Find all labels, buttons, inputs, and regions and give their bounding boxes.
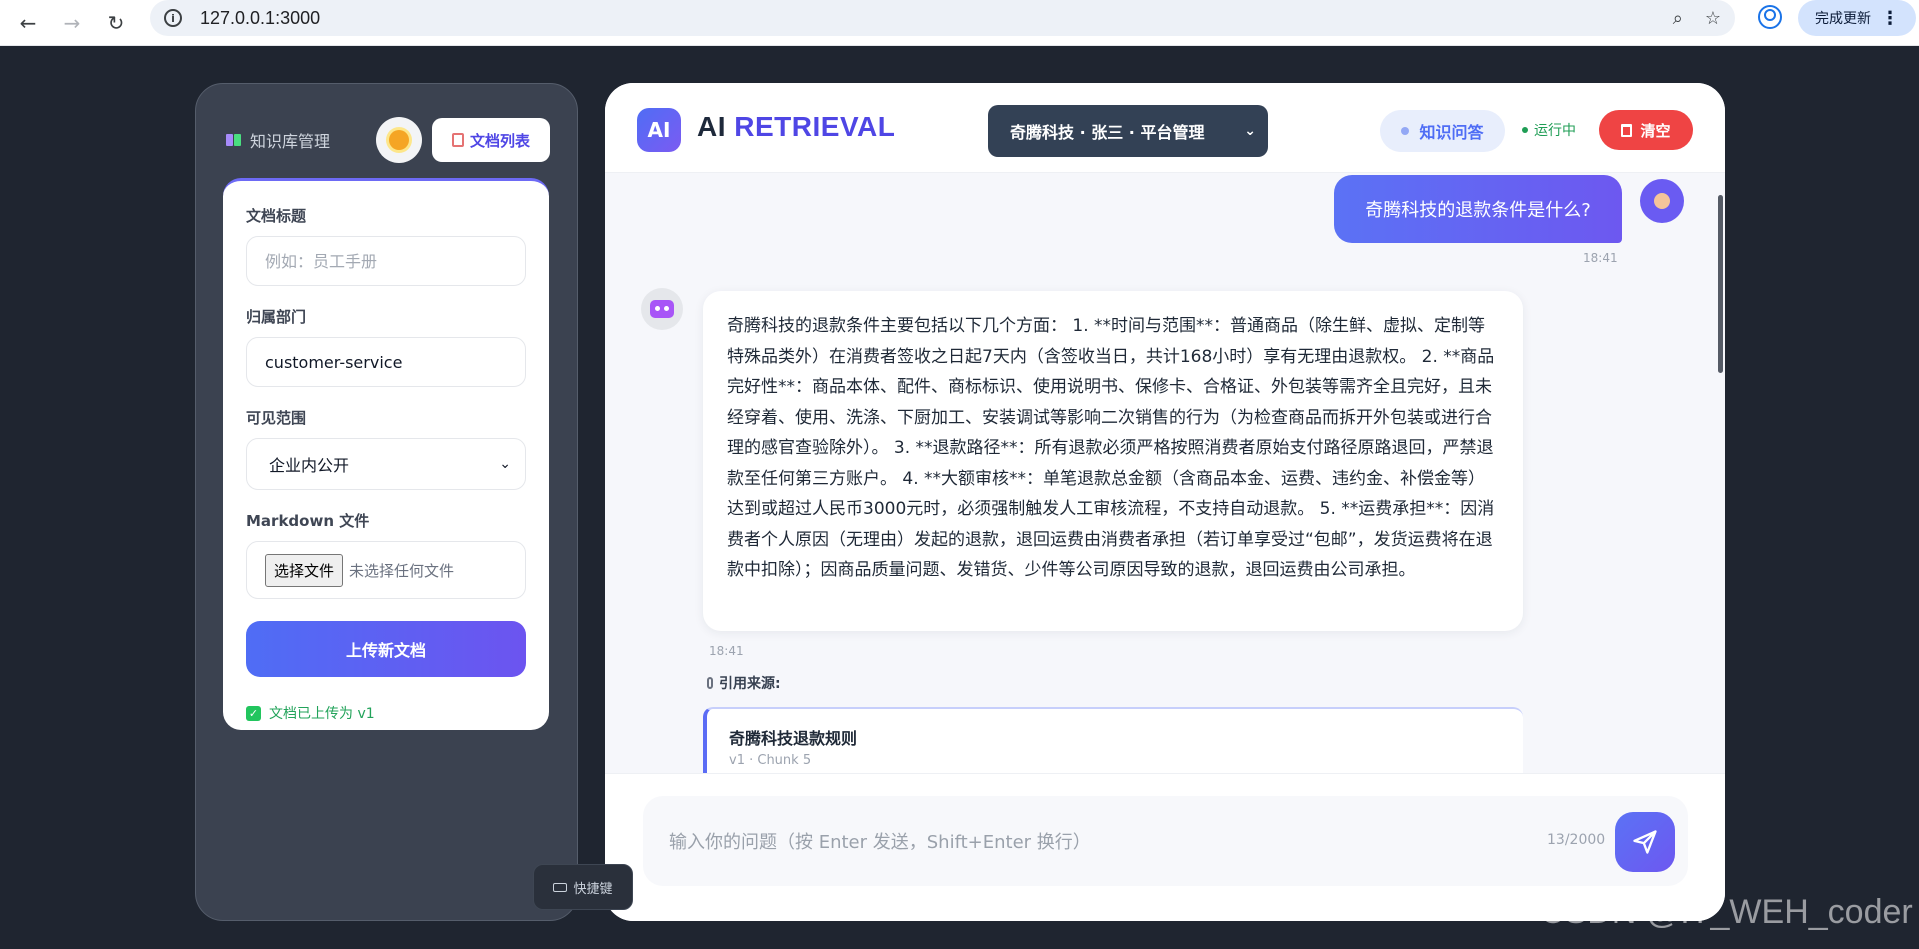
watermark: CSDN @IT_WEH_coder xyxy=(1540,893,1913,931)
tenant-value: 奇腾科技 · 张三 · 平台管理 xyxy=(1010,123,1205,142)
books-icon xyxy=(226,133,242,147)
clear-button[interactable]: 清空 xyxy=(1599,110,1693,150)
user-message: 奇腾科技的退款条件是什么? xyxy=(1334,175,1622,243)
doc-list-button[interactable]: 文档列表 xyxy=(432,118,550,162)
choose-file-button[interactable]: 选择文件 xyxy=(265,553,344,587)
chat-panel: AI AI RETRIEVAL 奇腾科技 · 张三 · 平台管理 ⌄ 知识问答 … xyxy=(605,83,1725,921)
send-button[interactable] xyxy=(1615,812,1675,872)
citation-title: 奇腾科技退款规则 xyxy=(729,729,858,748)
reload-icon[interactable]: ↻ xyxy=(100,7,132,39)
citation-meta: v1 · Chunk 5 xyxy=(729,753,812,768)
visibility-label: 可见范围 xyxy=(246,409,307,427)
paperclip-icon xyxy=(707,677,713,689)
status-dot-icon xyxy=(1522,127,1528,133)
forward-icon[interactable]: → xyxy=(56,7,88,39)
chevron-down-icon: ⌄ xyxy=(1244,123,1256,139)
title-label: 文档标题 xyxy=(246,207,307,225)
visibility-value: 企业内公开 xyxy=(269,456,350,475)
visibility-select[interactable]: 企业内公开 ⌄ xyxy=(246,438,526,490)
qa-label: 知识问答 xyxy=(1419,123,1484,142)
department-input[interactable] xyxy=(246,337,526,387)
zoom-icon[interactable]: ⌕ xyxy=(1673,8,1683,29)
chat-scrollbar[interactable] xyxy=(1718,195,1723,373)
qa-mode-button[interactable]: 知识问答 xyxy=(1380,110,1505,152)
trash-icon xyxy=(1621,123,1633,137)
knowledge-base-panel: 知识库管理 文档列表 文档标题 归属部门 可见范围 企业内公开 ⌄ Markdo… xyxy=(195,83,578,921)
upload-button[interactable]: 上传新文档 xyxy=(246,621,526,677)
check-icon: ✓ xyxy=(246,705,261,721)
kb-title-text: 知识库管理 xyxy=(250,132,331,151)
user-avatar xyxy=(1640,179,1684,223)
robot-icon xyxy=(650,300,674,318)
theme-toggle-button[interactable] xyxy=(376,117,422,163)
logo-retrieval: RETRIEVAL xyxy=(734,111,896,142)
bot-message-time: 18:41 xyxy=(709,644,744,658)
bookmark-star-icon[interactable]: ☆ xyxy=(1705,8,1721,29)
app-logo-text: AI RETRIEVAL xyxy=(697,111,895,143)
doc-list-label: 文档列表 xyxy=(469,131,530,150)
citation-label: 引用来源: xyxy=(707,673,781,693)
file-label: Markdown 文件 xyxy=(246,512,370,530)
sun-icon xyxy=(389,130,409,150)
clipboard-icon xyxy=(451,133,464,147)
profile-icon[interactable] xyxy=(1758,5,1782,29)
bot-avatar xyxy=(641,288,683,330)
send-icon xyxy=(1633,830,1657,854)
url-text: 127.0.0.1:3000 xyxy=(200,7,321,28)
status-text: 运行中 xyxy=(1534,123,1576,139)
browser-toolbar: ← → ↻ i 127.0.0.1:3000 ⌕ ☆ 完成更新 ⋮ xyxy=(0,0,1919,46)
department-label: 归属部门 xyxy=(246,308,307,326)
citation-card[interactable]: 奇腾科技退款规则 v1 · Chunk 5 xyxy=(703,707,1523,773)
doc-title-input[interactable] xyxy=(246,236,526,286)
update-label: 完成更新 xyxy=(1815,11,1871,27)
clear-label: 清空 xyxy=(1640,121,1671,140)
shortcut-label: 快捷键 xyxy=(573,881,613,897)
kb-title: 知识库管理 xyxy=(226,128,330,152)
file-picker: 选择文件 未选择任何文件 xyxy=(246,541,526,599)
question-input[interactable]: 输入你的问题（按 Enter 发送，Shift+Enter 换行） xyxy=(643,796,1688,886)
site-info-icon[interactable]: i xyxy=(164,9,182,27)
user-message-time: 18:41 xyxy=(1583,251,1618,265)
address-bar[interactable]: i 127.0.0.1:3000 ⌕ ☆ xyxy=(150,0,1735,36)
upload-form: 文档标题 归属部门 可见范围 企业内公开 ⌄ Markdown 文件 选择文件 … xyxy=(223,178,549,730)
file-status-text: 未选择任何文件 xyxy=(349,561,455,580)
char-counter: 13/2000 xyxy=(1547,832,1606,848)
logo-ai: AI xyxy=(697,111,735,142)
menu-dots-icon: ⋮ xyxy=(1881,7,1899,29)
qa-dot-icon xyxy=(1401,127,1410,135)
logo-badge: AI xyxy=(637,108,681,152)
back-icon[interactable]: ← xyxy=(12,7,44,39)
tenant-select[interactable]: 奇腾科技 · 张三 · 平台管理 ⌄ xyxy=(988,105,1268,157)
chat-header: AI AI RETRIEVAL 奇腾科技 · 张三 · 平台管理 ⌄ 知识问答 … xyxy=(605,83,1725,173)
upload-status-text: 文档已上传为 v1 xyxy=(269,706,375,722)
shortcut-button[interactable]: 快捷键 xyxy=(533,864,633,910)
bot-message: 奇腾科技的退款条件主要包括以下几个方面： 1. **时间与范围**：普通商品（除… xyxy=(703,291,1523,631)
citation-label-text: 引用来源: xyxy=(719,676,781,692)
upload-status: ✓ 文档已上传为 v1 xyxy=(246,703,526,723)
question-placeholder: 输入你的问题（按 Enter 发送，Shift+Enter 换行） xyxy=(669,832,1091,853)
chevron-down-icon: ⌄ xyxy=(499,456,511,472)
message-list[interactable]: 奇腾科技的退款条件是什么? 18:41 奇腾科技的退款条件主要包括以下几个方面：… xyxy=(605,173,1725,773)
keyboard-icon xyxy=(553,882,568,892)
update-browser-button[interactable]: 完成更新 ⋮ xyxy=(1798,0,1916,36)
user-face-icon xyxy=(1654,193,1670,209)
status-indicator: 运行中 xyxy=(1522,120,1576,140)
